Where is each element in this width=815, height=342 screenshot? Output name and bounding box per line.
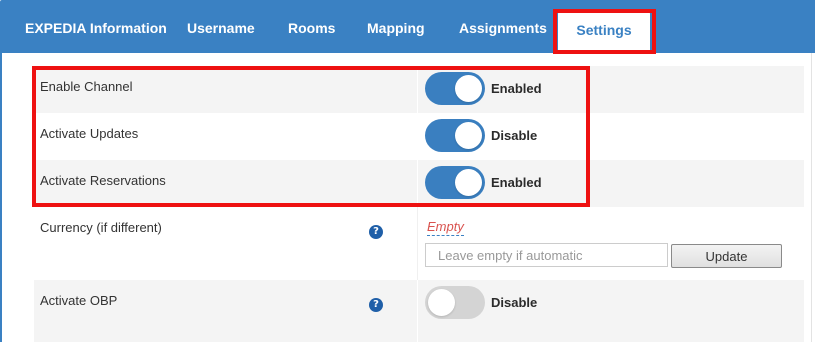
tab-expedia-information[interactable]: EXPEDIA Information bbox=[25, 20, 167, 40]
column-divider bbox=[417, 207, 418, 280]
setting-row-activate-updates: Activate Updates Disable bbox=[34, 113, 804, 160]
toggle-state-label: Disable bbox=[491, 295, 538, 310]
tab-mapping[interactable]: Mapping bbox=[367, 20, 425, 40]
toggle-knob bbox=[455, 169, 482, 196]
setting-label: Activate Reservations bbox=[40, 173, 166, 188]
setting-row-activate-obp: Activate OBP ? Disable bbox=[34, 280, 804, 342]
tab-settings[interactable]: Settings bbox=[558, 12, 650, 53]
tab-username[interactable]: Username bbox=[187, 20, 255, 40]
tab-bar: EXPEDIA Information Username Rooms Mappi… bbox=[0, 0, 815, 53]
toggle-knob bbox=[428, 289, 455, 316]
currency-input[interactable] bbox=[425, 243, 668, 267]
help-icon[interactable]: ? bbox=[369, 298, 383, 312]
toggle-knob bbox=[455, 122, 482, 149]
enable-channel-toggle[interactable] bbox=[425, 72, 485, 105]
column-divider bbox=[417, 160, 418, 207]
toggle-state-label: Disable bbox=[491, 128, 538, 143]
toggle-knob bbox=[455, 75, 482, 102]
setting-row-enable-channel: Enable Channel Enabled bbox=[34, 66, 804, 113]
panel-border bbox=[811, 53, 812, 342]
tab-rooms[interactable]: Rooms bbox=[288, 20, 335, 40]
currency-editable-value[interactable]: Empty bbox=[427, 219, 464, 236]
tab-assignments[interactable]: Assignments bbox=[459, 20, 547, 40]
help-icon[interactable]: ? bbox=[369, 225, 383, 239]
column-divider bbox=[417, 66, 418, 113]
setting-label: Currency (if different) bbox=[40, 220, 162, 235]
setting-row-currency: Currency (if different) ? Empty Update bbox=[34, 207, 804, 280]
activate-reservations-toggle[interactable] bbox=[425, 166, 485, 199]
panel-border bbox=[0, 53, 2, 342]
toggle-state-label: Enabled bbox=[491, 175, 542, 190]
update-button[interactable]: Update bbox=[671, 244, 782, 268]
toggle-state-label: Enabled bbox=[491, 81, 542, 96]
setting-label: Activate Updates bbox=[40, 126, 139, 141]
setting-label: Enable Channel bbox=[40, 79, 133, 94]
activate-obp-toggle[interactable] bbox=[425, 286, 485, 319]
activate-updates-toggle[interactable] bbox=[425, 119, 485, 152]
column-divider bbox=[417, 280, 418, 342]
setting-label: Activate OBP bbox=[40, 293, 118, 308]
setting-row-activate-reservations: Activate Reservations Enabled bbox=[34, 160, 804, 207]
